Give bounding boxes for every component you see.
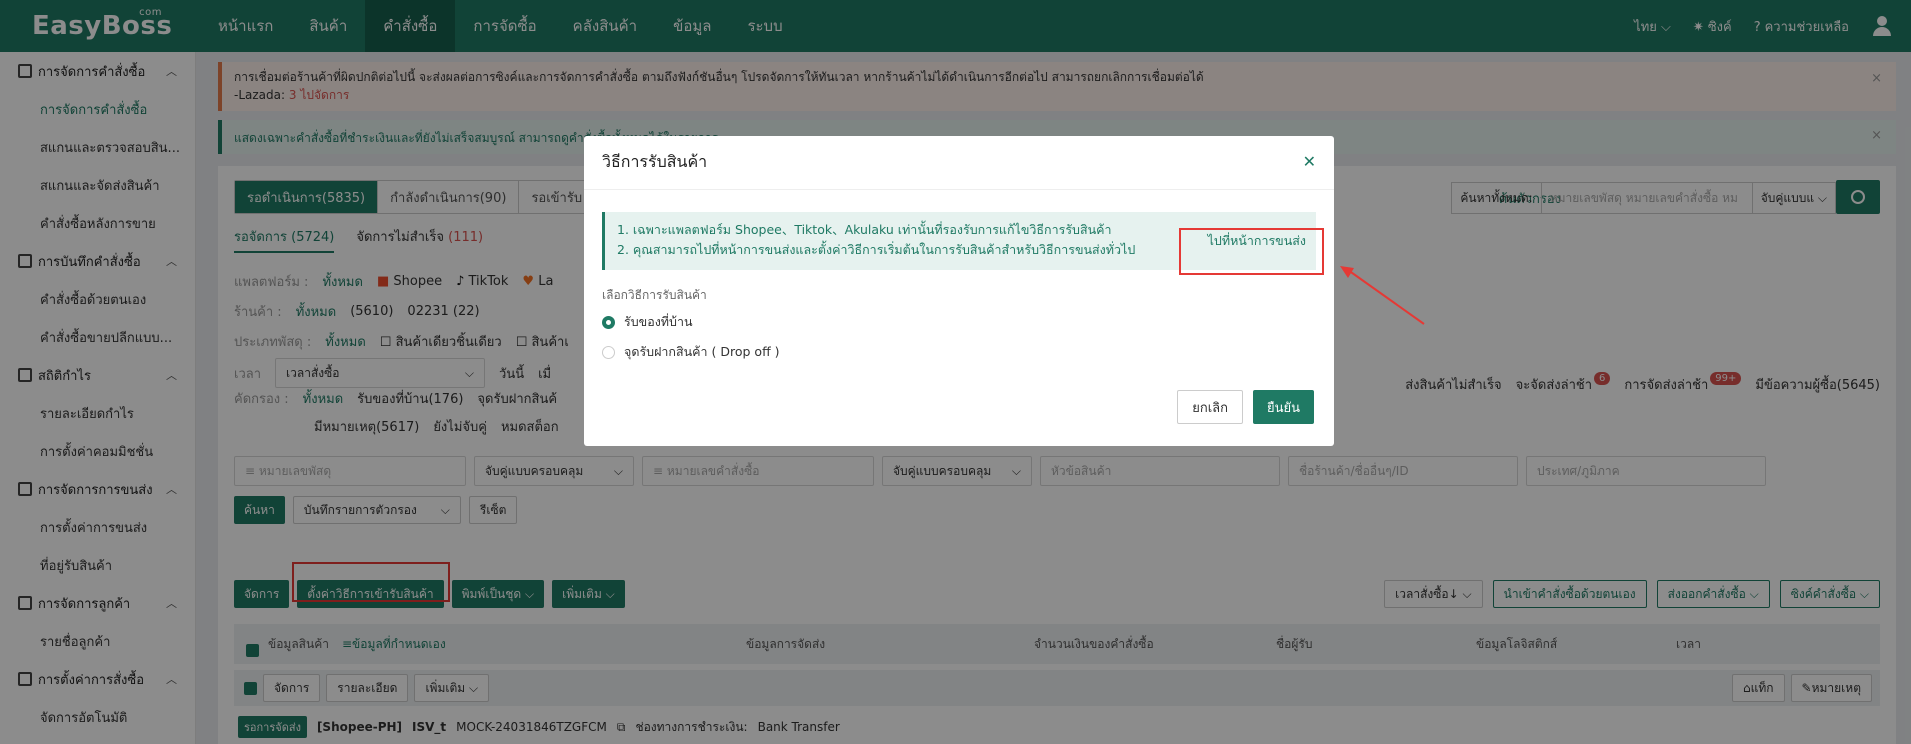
confirm-button[interactable]: ยืนยัน	[1252, 390, 1314, 424]
radio-unchecked-icon	[602, 345, 615, 359]
dialog-footer: ยกเลิก ยืนยัน	[1177, 390, 1314, 424]
radio-checked-icon	[602, 315, 615, 329]
dialog-title: วิธีการรับสินค้า	[584, 136, 1334, 190]
radio-label: รับของที่บ้าน	[624, 314, 693, 329]
radio-home-pickup[interactable]: รับของที่บ้าน	[602, 312, 693, 332]
cancel-button[interactable]: ยกเลิก	[1177, 390, 1243, 424]
highlight-box-shipping-link	[1179, 228, 1324, 275]
annotation-arrow-icon	[1340, 266, 1425, 325]
radio-label: จุดรับฝากสินค้า ( Drop off )	[624, 344, 780, 359]
radio-dropoff[interactable]: จุดรับฝากสินค้า ( Drop off )	[602, 342, 780, 362]
close-icon[interactable]: ✕	[1303, 152, 1316, 171]
pickup-method-dialog: วิธีการรับสินค้า ✕ 1. เฉพาะแพลตฟอร์ม Sho…	[584, 136, 1334, 446]
choose-method-label: เลือกวิธีการรับสินค้า	[602, 288, 707, 302]
